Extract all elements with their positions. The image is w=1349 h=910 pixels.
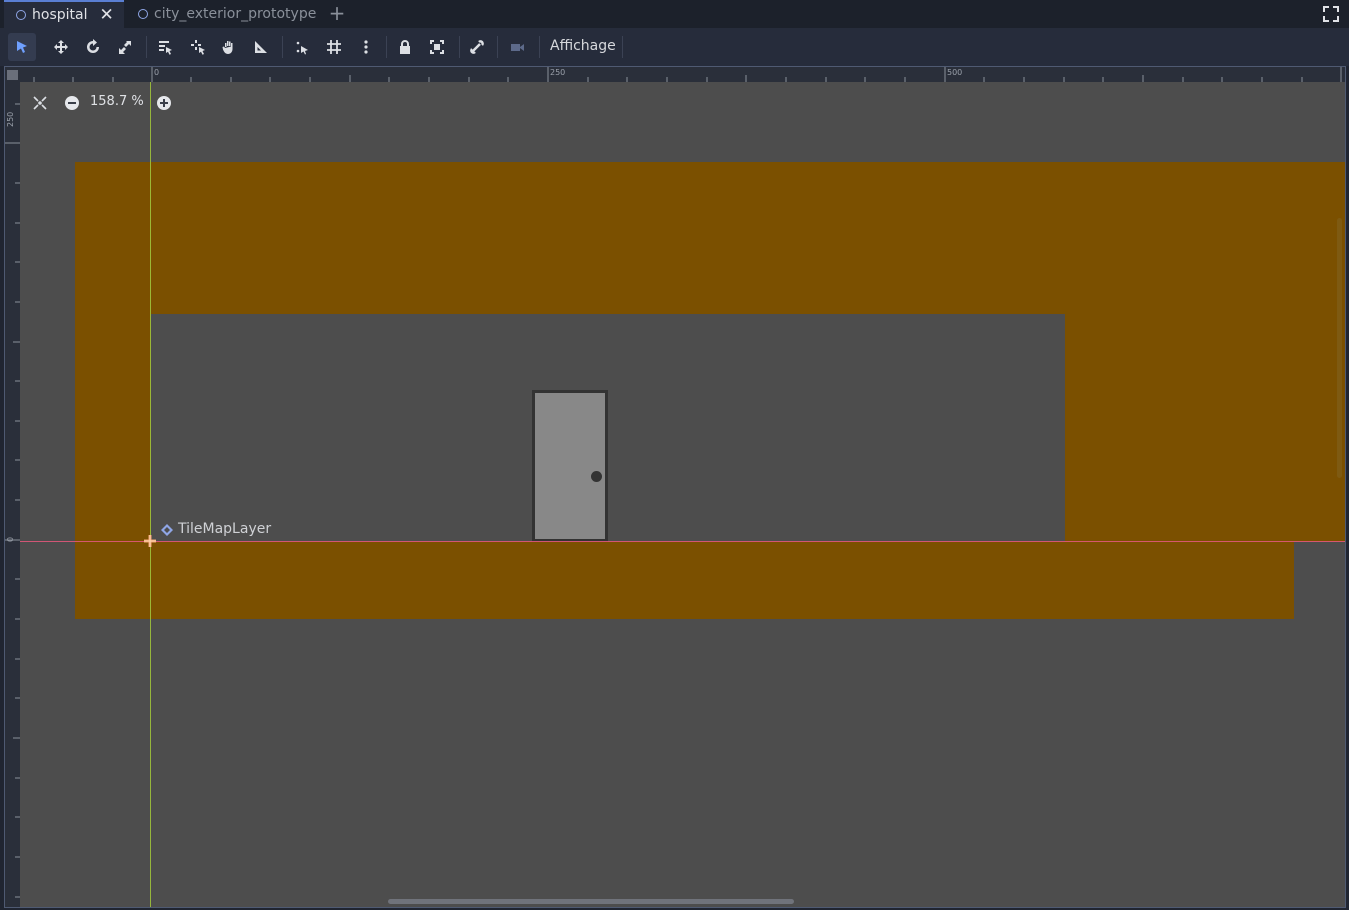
scene-circle-icon <box>138 9 148 19</box>
scale-icon <box>119 41 131 54</box>
zoom-out-icon[interactable] <box>64 95 80 111</box>
list-select-tool-button[interactable] <box>151 33 179 61</box>
smart-snap-button[interactable] <box>288 33 316 61</box>
scene-circle-icon <box>16 10 26 20</box>
select-icon <box>17 41 27 53</box>
more-options-icon <box>364 40 368 54</box>
snap-options-button[interactable] <box>352 33 380 61</box>
ruler-label: 0 <box>154 68 160 77</box>
origin-marker-icon[interactable] <box>143 534 157 548</box>
grid-snap-icon <box>327 40 341 54</box>
ruler-icon <box>255 41 267 53</box>
editor-root: hospital ✕ city_exterior_prototype + Aff… <box>0 0 1349 910</box>
y-axis-line <box>150 82 151 907</box>
ruler-label: 0 <box>6 536 15 542</box>
horizontal-ruler: 0 250 500 <box>5 67 1345 82</box>
ruler-label: 250 <box>6 111 15 127</box>
zoom-in-icon[interactable] <box>156 95 172 111</box>
wall-right <box>1065 162 1345 542</box>
select-tool-button[interactable] <box>8 33 36 61</box>
bone-icon <box>470 40 484 54</box>
group-button[interactable] <box>423 33 451 61</box>
bone-button[interactable] <box>463 33 491 61</box>
tilemap-node-icon <box>161 524 173 536</box>
list-select-icon <box>159 41 172 55</box>
vertical-ruler: 250 0 <box>5 67 20 907</box>
pivot-icon <box>191 40 205 55</box>
pivot-tool-button[interactable] <box>184 33 212 61</box>
pan-hand-icon <box>222 41 233 54</box>
node-name-label: TileMapLayer <box>178 521 272 537</box>
move-icon <box>54 40 68 54</box>
add-tab-icon[interactable]: + <box>327 2 347 26</box>
rotate-icon <box>87 39 99 53</box>
lock-button[interactable] <box>391 33 419 61</box>
ruler-tool-button[interactable] <box>247 33 275 61</box>
lock-icon <box>400 40 410 54</box>
horizontal-scrollbar[interactable] <box>388 899 794 904</box>
center-view-icon[interactable] <box>32 95 48 111</box>
scene-tab-bar: hospital ✕ city_exterior_prototype + <box>0 0 1349 28</box>
tab-label: city_exterior_prototype <box>154 6 317 22</box>
x-axis-line <box>20 541 1345 542</box>
scale-tool-button[interactable] <box>111 33 139 61</box>
vertical-scrollbar[interactable] <box>1337 218 1342 478</box>
ruler-corner <box>5 67 20 82</box>
scene-canvas[interactable]: TileMapLayer 158.7 % <box>20 82 1345 907</box>
group-icon <box>430 40 444 54</box>
camera-override-icon <box>511 44 524 51</box>
wall-bottom <box>75 542 1294 619</box>
tab-city-exterior-prototype[interactable]: city_exterior_prototype <box>126 0 322 28</box>
smart-snap-icon <box>296 41 308 55</box>
view-menu-button[interactable]: Affichage <box>550 38 616 54</box>
zoom-level[interactable]: 158.7 % <box>90 94 144 109</box>
door-knob <box>591 471 602 482</box>
close-icon[interactable]: ✕ <box>99 6 113 24</box>
ruler-label: 250 <box>550 68 566 77</box>
canvas-toolbar: Affichage <box>0 28 1349 66</box>
canvas-viewport[interactable]: 0 250 500 250 0 TileMapLayer 158.7 % <box>4 66 1346 908</box>
grid-snap-button[interactable] <box>320 33 348 61</box>
ruler-label: 500 <box>947 68 963 77</box>
tab-hospital[interactable]: hospital ✕ <box>4 0 124 28</box>
door-sprite[interactable] <box>532 390 608 542</box>
pan-tool-button[interactable] <box>215 33 243 61</box>
tab-label: hospital <box>32 7 88 23</box>
move-tool-button[interactable] <box>47 33 75 61</box>
camera-override-button[interactable] <box>503 33 531 61</box>
rotate-tool-button[interactable] <box>79 33 107 61</box>
fullscreen-icon[interactable] <box>1323 6 1339 22</box>
